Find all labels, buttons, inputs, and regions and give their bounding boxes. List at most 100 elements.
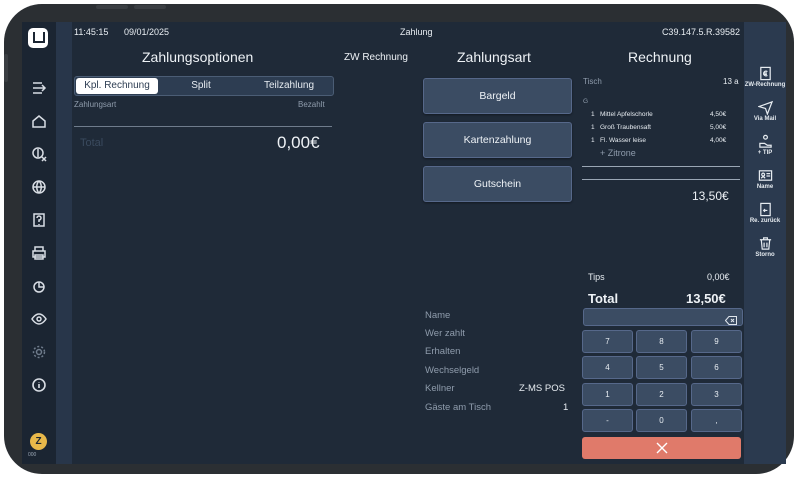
group-label: G: [583, 98, 589, 105]
settings-icon[interactable]: [28, 342, 50, 362]
form-waiter-label: Kellner: [425, 383, 455, 394]
options-title: Zahlungsoptionen: [142, 49, 254, 65]
currency-cancel-icon[interactable]: [28, 144, 50, 164]
invoice-back-action[interactable]: Re. zurück: [744, 202, 786, 224]
keypad-key-9[interactable]: 9: [691, 330, 742, 353]
cash-button[interactable]: Bargeld: [423, 78, 572, 114]
keypad-key-8[interactable]: 8: [636, 330, 687, 353]
table-label: Tisch: [583, 77, 602, 86]
home-icon[interactable]: [28, 111, 50, 131]
storno-action[interactable]: Storno: [744, 236, 786, 258]
action-label: Storno: [755, 252, 775, 258]
action-label: Via Mail: [753, 116, 777, 122]
keypad-key-0[interactable]: 0: [636, 409, 687, 432]
keypad-key-5[interactable]: 5: [636, 356, 687, 379]
tab-full-invoice[interactable]: Kpl. Rechnung: [76, 78, 158, 94]
action-label: Re. zurück: [749, 218, 781, 224]
info-icon[interactable]: [28, 375, 50, 395]
globe-icon[interactable]: [28, 177, 50, 197]
tips-value: 0,00€: [707, 272, 730, 282]
invoice-euro-icon: [759, 66, 771, 81]
avatar-caption: 000: [28, 452, 37, 458]
keypad-key-1[interactable]: 1: [582, 383, 633, 406]
col-paid: Bezahlt: [298, 100, 325, 109]
tablet-frame: Z 000 11:45:15 09/01/2025 Zahlung C39.14…: [4, 4, 794, 474]
zw-invoice-link[interactable]: ZW Rechnung: [344, 52, 408, 63]
item-qty: 1: [591, 124, 595, 131]
return-document-icon: [759, 202, 771, 217]
hardware-button: [96, 5, 128, 9]
options-total-value: 0,00€: [277, 133, 320, 152]
status-date: 09/01/2025: [124, 27, 170, 37]
keypad-key-minus[interactable]: -: [582, 409, 633, 432]
backspace-icon[interactable]: [724, 312, 737, 325]
zw-invoice-action[interactable]: ZW-Rechnung: [744, 66, 786, 88]
tab-split[interactable]: Split: [161, 77, 241, 95]
voucher-button[interactable]: Gutschein: [423, 166, 572, 202]
item-modifier: + Zitrone: [600, 148, 636, 158]
sidebar-divider: [56, 22, 72, 464]
invoice-subtotal: 13,50€: [692, 189, 729, 203]
action-label: ZW-Rechnung: [744, 82, 786, 88]
invoice-title: Rechnung: [628, 49, 692, 65]
chart-icon[interactable]: [28, 276, 50, 296]
trash-icon: [759, 237, 771, 250]
status-screen: Zahlung: [400, 27, 433, 37]
hardware-button: [134, 5, 166, 9]
tab-partial-payment[interactable]: Teilzahlung: [247, 77, 331, 95]
status-time: 11:45:15: [74, 27, 109, 37]
hardware-button: [4, 54, 8, 82]
right-action-bar: ZW-Rechnung Via Mail + TIP Name Re. zurü…: [744, 22, 786, 464]
keypad-key-6[interactable]: 6: [691, 356, 742, 379]
amount-input[interactable]: [583, 308, 743, 326]
item-name: Groß Traubensaft: [600, 124, 651, 131]
eye-icon[interactable]: [28, 309, 50, 329]
invoice-total-label: Total: [588, 291, 619, 306]
split-mode-tabs: Kpl. Rechnung Split Teilzahlung: [74, 76, 334, 96]
tip-hand-icon: [758, 134, 772, 148]
keypad-key-7[interactable]: 7: [582, 330, 633, 353]
printer-icon[interactable]: [28, 243, 50, 263]
tip-action[interactable]: + TIP: [744, 134, 786, 156]
invoice-total-value: 13,50€: [686, 291, 726, 306]
close-icon: [656, 442, 667, 454]
form-name-label: Name: [425, 310, 451, 321]
left-sidebar: Z 000: [22, 22, 56, 464]
item-name: Fl. Wasser leise: [600, 137, 646, 144]
send-icon: [757, 100, 773, 115]
payment-type-title: Zahlungsart: [457, 49, 531, 65]
item-qty: 1: [591, 111, 595, 118]
form-waiter-value: Z-MS POS: [519, 383, 565, 394]
table-value: 13 a: [723, 77, 739, 86]
item-qty: 1: [591, 137, 595, 144]
item-price: 4,50€: [710, 111, 727, 118]
form-guests-value: 1: [563, 402, 569, 413]
screen: Z 000 11:45:15 09/01/2025 Zahlung C39.14…: [22, 22, 786, 464]
keypad-key-2[interactable]: 2: [636, 383, 687, 406]
menu-expand-icon[interactable]: [28, 78, 50, 98]
app-logo: [28, 28, 48, 48]
action-label: + TIP: [757, 150, 773, 156]
status-device-id: C39.147.5.R.39582: [661, 27, 740, 37]
name-action[interactable]: Name: [744, 168, 786, 190]
cancel-button[interactable]: [582, 437, 741, 459]
keypad-key-comma[interactable]: ,: [691, 409, 742, 432]
keypad-key-3[interactable]: 3: [691, 383, 742, 406]
via-mail-action[interactable]: Via Mail: [744, 100, 786, 122]
item-price: 5,00€: [710, 124, 727, 131]
options-total-label: Total: [80, 137, 104, 149]
card-payment-button[interactable]: Kartenzahlung: [423, 122, 572, 158]
tips-label: Tips: [588, 272, 605, 282]
divider: [582, 166, 740, 167]
user-avatar[interactable]: Z: [30, 433, 47, 450]
form-received-label: Erhalten: [425, 346, 461, 357]
form-change-label: Wechselgeld: [425, 365, 480, 376]
keypad-key-4[interactable]: 4: [582, 356, 633, 379]
form-guests-label: Gäste am Tisch: [425, 402, 491, 413]
id-card-icon: [758, 170, 772, 181]
form-payer-label: Wer zahlt: [425, 328, 465, 339]
col-payment-type: Zahlungsart: [74, 100, 117, 109]
help-icon[interactable]: [28, 210, 50, 230]
action-label: Name: [756, 184, 774, 190]
item-price: 4,00€: [710, 137, 727, 144]
